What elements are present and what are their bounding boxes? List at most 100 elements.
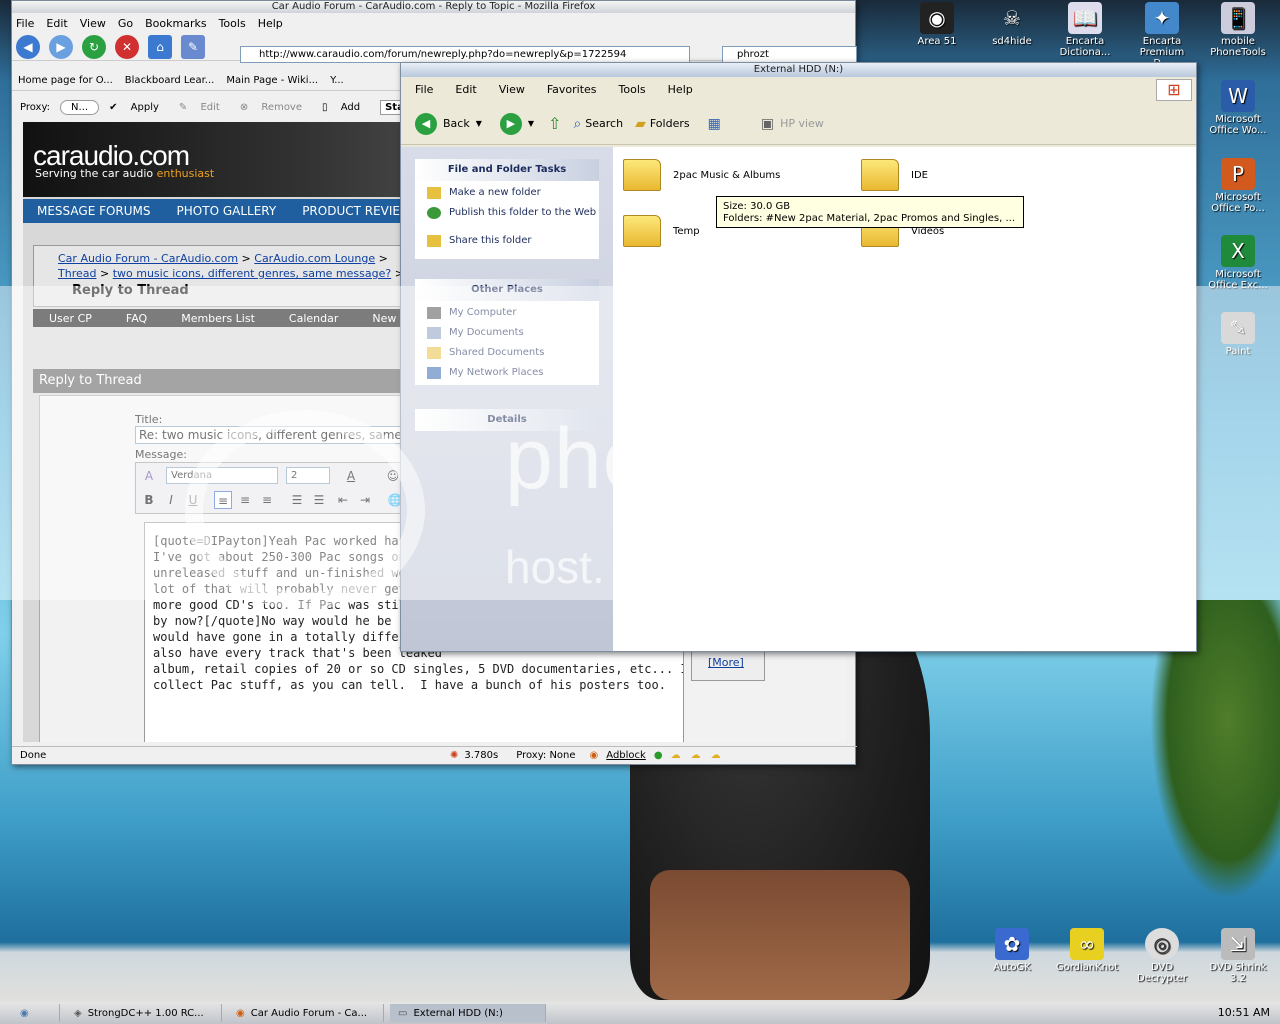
task-publish-web[interactable]: Publish this folder to the Web (415, 205, 599, 233)
nav-calendar[interactable]: Calendar (289, 312, 338, 325)
task-share-folder[interactable]: Share this folder (415, 233, 599, 253)
adblock-link[interactable]: Adblock (606, 750, 646, 761)
nav-faq[interactable]: FAQ (126, 312, 147, 325)
nav-members-list[interactable]: Members List (181, 312, 255, 325)
xp-forward-button[interactable]: ▶ (499, 112, 522, 135)
breadcrumb-forum-link[interactable]: Car Audio Forum - CarAudio.com (58, 252, 238, 265)
folder-item[interactable]: 2pac Music & Albums (623, 159, 780, 191)
place-my-network[interactable]: My Network Places (415, 365, 599, 385)
desktop-icon-gordianknot[interactable]: ∞ GordianKnot (1055, 928, 1119, 973)
bold-button[interactable]: B (140, 491, 158, 509)
xp-hp-view-button[interactable]: HP view (780, 117, 824, 130)
taskbar-explorer[interactable]: ▭ External HDD (N:) (390, 1004, 546, 1022)
status-green-icon[interactable]: ● (654, 750, 663, 761)
nav-message-forums[interactable]: MESSAGE FORUMS (37, 204, 151, 218)
nav-product-reviews[interactable]: PRODUCT REVIEW (302, 204, 412, 218)
taskbar-strongdc[interactable]: ◈ StrongDC++ 1.00 RC... (66, 1004, 222, 1022)
fasterfox-icon[interactable]: ✺ (450, 750, 458, 761)
proxy-add-button[interactable]: ▯ Add (322, 102, 370, 113)
menu-file[interactable]: File (16, 17, 34, 30)
xp-menu-edit[interactable]: Edit (455, 83, 476, 96)
place-my-computer[interactable]: My Computer (415, 305, 599, 325)
shared-folder-icon (427, 347, 441, 359)
bookmark-wikipedia[interactable]: Main Page - Wiki... (226, 75, 318, 86)
proxy-status[interactable]: Proxy: None (516, 750, 575, 761)
desktop-icon-excel[interactable]: X Microsoft Office Exc... (1206, 235, 1270, 291)
proxy-remove-button[interactable]: ⊗ Remove (240, 102, 312, 113)
explorer-titlebar[interactable]: External HDD (N:) (401, 63, 1196, 77)
desktop-icon-sd4hide[interactable]: ☠ sd4hide (980, 2, 1044, 48)
desktop-icon-powerpoint[interactable]: P Microsoft Office Po... (1206, 158, 1270, 214)
forward-button[interactable]: ▶ (49, 34, 73, 59)
taskbar-clock[interactable]: 10:51 AM (1218, 1006, 1270, 1019)
folder-item[interactable]: Temp (623, 215, 700, 247)
back-button[interactable]: ◀ (16, 34, 40, 59)
desktop-icon-area51[interactable]: ◉ Area 51 (905, 2, 969, 47)
xp-menu-favorites[interactable]: Favorites (547, 83, 597, 96)
nav-user-cp[interactable]: User CP (49, 312, 92, 325)
xp-back-dropdown-icon[interactable]: ▼ (476, 119, 482, 128)
xp-folders-button[interactable]: Folders (650, 117, 690, 130)
bookmark-home-page[interactable]: Home page for O... (18, 75, 113, 86)
xp-menu-tools[interactable]: Tools (619, 83, 646, 96)
weather-icon-2[interactable]: ☁ (691, 750, 701, 761)
search-input[interactable]: phrozt (722, 46, 857, 63)
breadcrumb-lounge-link[interactable]: CarAudio.com Lounge (254, 252, 375, 265)
menu-edit[interactable]: Edit (46, 17, 67, 30)
xp-hp-view-icon[interactable]: ▣ (761, 116, 774, 132)
home-button[interactable]: ⌂ (148, 34, 172, 59)
desktop-icon-mobile-phonetools[interactable]: 📱 mobile PhoneTools (1206, 2, 1270, 58)
nav-photo-gallery[interactable]: PHOTO GALLERY (177, 204, 277, 218)
xp-search-icon[interactable]: ⌕ (573, 116, 581, 132)
xp-forward-dropdown-icon[interactable]: ▼ (528, 119, 534, 128)
xp-search-button[interactable]: Search (585, 117, 623, 130)
folder-item[interactable]: IDE (861, 159, 928, 191)
place-shared-documents[interactable]: Shared Documents (415, 345, 599, 365)
firefox-icon[interactable]: ◉ (590, 750, 599, 761)
xp-folders-icon[interactable]: ▰ (635, 116, 646, 132)
tasks-heading[interactable]: File and Folder Tasks (415, 159, 599, 181)
breadcrumb-thread-link[interactable]: Thread (58, 267, 96, 280)
url-input[interactable]: http://www.caraudio.com/forum/newreply.p… (240, 46, 690, 63)
desktop-icon-encarta-dictionary[interactable]: 📖 Encarta Dictiona... (1053, 2, 1117, 58)
desktop-icon-paint[interactable]: ✎ Paint (1206, 312, 1270, 357)
desktop-icon-encarta-premium[interactable]: ✦Encarta Premium D... (1130, 2, 1194, 69)
reload-button[interactable]: ↻ (82, 34, 106, 59)
menu-go[interactable]: Go (118, 17, 133, 30)
xp-menu-file[interactable]: File (415, 83, 433, 96)
bookmark-blackboard[interactable]: Blackboard Lear... (125, 75, 215, 86)
stop-button[interactable]: ✕ (115, 34, 139, 59)
weather-icon-1[interactable]: ☁ (671, 750, 681, 761)
xp-menu-help[interactable]: Help (668, 83, 693, 96)
remove-icon: ⊗ (239, 101, 249, 113)
proxy-edit-button[interactable]: ✎ Edit (179, 102, 230, 113)
xp-back-button[interactable]: Back (443, 117, 470, 130)
desktop-icon-dvd-decrypter[interactable]: ◎ DVD Decrypter (1130, 928, 1194, 984)
menu-tools[interactable]: Tools (219, 17, 246, 30)
extension-button[interactable]: ✎ (181, 34, 205, 59)
bookmark-yahoo[interactable]: Y... (330, 75, 344, 86)
xp-up-folder-icon[interactable]: ⇧ (548, 114, 561, 133)
proxy-select[interactable]: N... (60, 99, 100, 115)
desktop-icon-word[interactable]: W Microsoft Office Wo... (1206, 80, 1270, 136)
weather-icon-3[interactable]: ☁ (711, 750, 721, 761)
places-heading[interactable]: Other Places (415, 279, 599, 301)
place-my-documents[interactable]: My Documents (415, 325, 599, 345)
taskbar-firefox[interactable]: ◉ Car Audio Forum - Ca... (228, 1004, 384, 1022)
more-link[interactable]: [More] (708, 656, 744, 669)
menu-bookmarks[interactable]: Bookmarks (145, 17, 206, 30)
menu-view[interactable]: View (80, 17, 106, 30)
xp-views-icon[interactable]: ▦ (708, 116, 721, 132)
desktop-icon-autogk[interactable]: ✿ AutoGK (980, 928, 1044, 973)
breadcrumb-thread-title-link[interactable]: two music icons, different genres, same … (113, 267, 392, 280)
remove-format-icon[interactable]: A (140, 467, 158, 485)
xp-back-arrow-icon[interactable]: ◀ (415, 112, 437, 135)
menu-help[interactable]: Help (258, 17, 283, 30)
proxy-apply-button[interactable]: ✔ Apply (109, 102, 169, 113)
italic-button[interactable]: I (162, 491, 180, 509)
xp-menu-view[interactable]: View (499, 83, 525, 96)
desktop-icon-dvd-shrink[interactable]: ⇲ DVD Shrink 3.2 (1206, 928, 1270, 984)
start-button[interactable]: ◉ (0, 1004, 60, 1022)
firefox-titlebar[interactable]: Car Audio Forum - CarAudio.com - Reply t… (12, 1, 855, 13)
task-make-new-folder[interactable]: Make a new folder (415, 185, 599, 205)
